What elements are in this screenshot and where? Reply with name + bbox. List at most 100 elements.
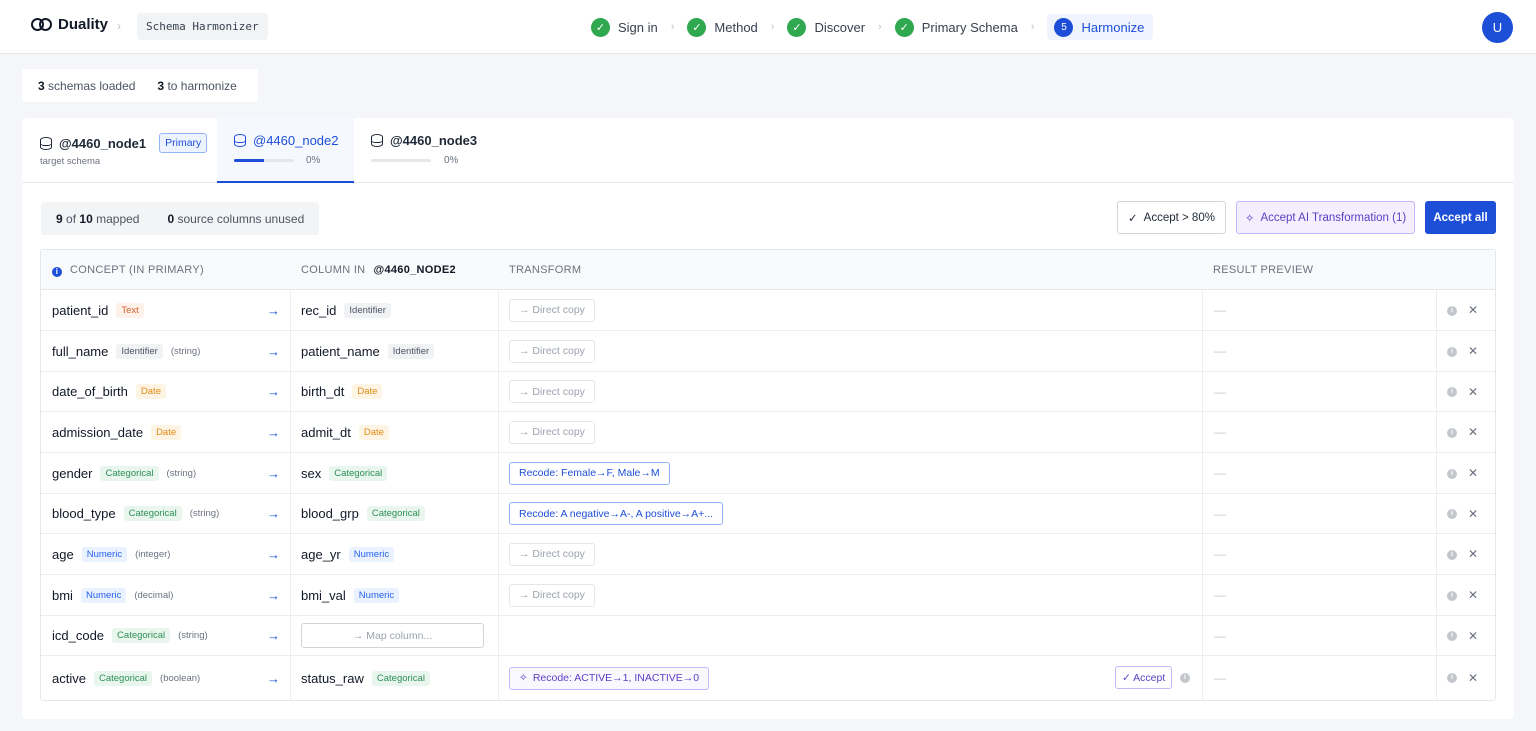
step-sign-in[interactable]: ✓ Sign in <box>591 14 658 40</box>
info-icon[interactable]: i <box>1447 387 1457 397</box>
column-name: patient_name <box>301 343 380 359</box>
type-badge: Numeric <box>353 587 400 603</box>
close-icon[interactable]: ✕ <box>1468 616 1478 655</box>
tab-node2[interactable]: @4460_node2 0% <box>217 118 354 183</box>
app-name-chip[interactable]: Schema Harmonizer <box>137 13 268 40</box>
check-icon: ✓ <box>894 17 914 37</box>
column-name: bmi_val <box>301 587 346 603</box>
mapped-count: 9 of 10 mapped <box>56 211 140 226</box>
table-row: icd_code Categorical (string) → → Map column… <box>41 616 1495 656</box>
close-icon[interactable]: ✕ <box>1468 412 1478 452</box>
step-method[interactable]: ✓ Method <box>687 14 758 40</box>
step-label: Method <box>714 19 758 35</box>
type-badge: Date <box>135 384 166 399</box>
info-icon[interactable]: i <box>1447 428 1457 438</box>
data-type-label: (boolean) <box>160 672 201 684</box>
accept-all-button[interactable]: Accept all <box>1425 201 1496 234</box>
step-discover[interactable]: ✓ Discover <box>787 14 865 40</box>
transform-chip[interactable]: → Direct copy <box>509 380 595 403</box>
concept-cell: bmi Numeric (decimal) <box>52 575 173 615</box>
tab-node3[interactable]: @4460_node3 0% <box>354 118 504 183</box>
column-cell: status_raw Categorical <box>301 656 430 700</box>
info-icon[interactable]: i <box>1447 306 1457 316</box>
concept-name: admission_date <box>52 424 144 440</box>
step-harmonize[interactable]: 5 Harmonize <box>1047 14 1154 40</box>
transform-chip[interactable]: Recode: Female→F, Male→M <box>509 461 670 485</box>
transform-chip[interactable]: → Direct copy <box>509 298 595 322</box>
map-column-button[interactable]: → Map column... <box>301 623 484 648</box>
info-icon[interactable]: i <box>1447 509 1457 519</box>
column-cell: rec_id Identifier <box>301 290 391 330</box>
arrow-right-icon: → <box>267 670 280 686</box>
type-badge: Numeric <box>81 546 128 562</box>
info-icon[interactable]: i <box>1447 673 1457 683</box>
step-label: Discover <box>814 19 866 35</box>
type-badge: Categorical <box>329 465 388 481</box>
close-icon[interactable]: ✕ <box>1468 453 1478 493</box>
step-separator: › <box>878 21 882 33</box>
tab-node1[interactable]: @4460_node1 Primary target schema <box>22 118 217 183</box>
column-name: age_yr <box>301 546 341 562</box>
column-name: admit_dt <box>301 424 351 440</box>
close-icon[interactable]: ✕ <box>1468 372 1478 411</box>
data-type-label: (string) <box>189 508 220 519</box>
type-badge: Date <box>352 384 383 399</box>
info-icon[interactable]: i <box>1447 347 1457 357</box>
arrow-right-icon: → <box>267 343 280 359</box>
concept-name: active <box>52 670 86 686</box>
info-icon[interactable]: i <box>1447 550 1457 560</box>
result-preview: — <box>1214 547 1226 561</box>
close-icon[interactable]: ✕ <box>1468 494 1478 533</box>
close-icon[interactable]: ✕ <box>1468 575 1478 615</box>
data-type-label: (string) <box>178 630 208 641</box>
transform-chip[interactable]: ✧ Recode: ACTIVE→1, INACTIVE→0 <box>509 666 710 690</box>
info-icon[interactable]: i <box>1447 631 1457 641</box>
arrow-right-icon: → <box>267 587 280 603</box>
schemas-summary: 3 schemas loaded 3 to harmonize <box>22 69 258 102</box>
result-preview: — <box>1214 588 1226 602</box>
transform-label: → Direct copy <box>519 426 585 438</box>
tab-label: @4460_node3 <box>390 133 478 148</box>
accept-threshold-button[interactable]: ✓ Accept > 80% <box>1117 201 1226 234</box>
column-name: rec_id <box>301 302 337 318</box>
type-badge: Date <box>358 424 389 440</box>
table-row: full_name Identifier (string) → patient_name… <box>41 331 1495 372</box>
info-icon[interactable]: i <box>1180 673 1190 683</box>
column-cell: birth_dt Date <box>301 372 383 411</box>
accept-ai-transformation-button[interactable]: ✧ Accept AI Transformation (1) <box>1236 201 1415 234</box>
type-badge: Categorical <box>112 628 171 643</box>
transform-chip[interactable]: → Direct copy <box>509 583 595 607</box>
transform-chip[interactable]: → Direct copy <box>509 339 595 363</box>
table-row: blood_type Categorical (string) → blood_grp C… <box>41 494 1495 534</box>
transform-chip[interactable]: Recode: A negative→A-, A positive→A+... <box>509 502 724 525</box>
accept-transformation-button[interactable]: ✓ Accept <box>1115 666 1173 689</box>
result-preview: — <box>1214 384 1226 399</box>
result-preview: — <box>1214 303 1226 317</box>
transform-chip[interactable]: → Direct copy <box>509 420 595 444</box>
result-preview: — <box>1214 466 1226 480</box>
data-type-label: (integer) <box>135 548 171 560</box>
info-icon[interactable]: i <box>1447 591 1457 601</box>
logo[interactable]: Duality <box>31 16 108 33</box>
stepper: ✓ Sign in › ✓ Method › ✓ Discover › ✓ Primary Sche… <box>591 14 1154 40</box>
step-primary-schema[interactable]: ✓ Primary Schema <box>894 14 1018 40</box>
column-cell: blood_grp Categorical <box>301 494 425 533</box>
tab-label: @4460_node2 <box>253 133 339 148</box>
database-icon <box>371 134 383 147</box>
header-concept: i CONCEPT (IN PRIMARY) <box>52 264 204 277</box>
close-icon[interactable]: ✕ <box>1468 331 1478 371</box>
concept-cell: full_name Identifier (string) <box>52 331 200 371</box>
close-icon[interactable]: ✕ <box>1468 656 1478 700</box>
info-icon[interactable]: i <box>1447 469 1457 479</box>
transform-label: → Direct copy <box>519 304 585 316</box>
close-icon[interactable]: ✕ <box>1468 290 1478 330</box>
concept-cell: blood_type Categorical (string) <box>52 494 219 533</box>
transform-label: Recode: Female→F, Male→M <box>519 467 660 479</box>
type-badge: Categorical <box>123 506 182 521</box>
type-badge: Numeric <box>348 546 395 562</box>
user-avatar[interactable]: U <box>1482 12 1513 43</box>
transform-chip[interactable]: → Direct copy <box>509 542 595 566</box>
close-icon[interactable]: ✕ <box>1468 534 1478 574</box>
breadcrumb-separator: › <box>117 19 121 33</box>
info-icon: i <box>52 267 62 277</box>
